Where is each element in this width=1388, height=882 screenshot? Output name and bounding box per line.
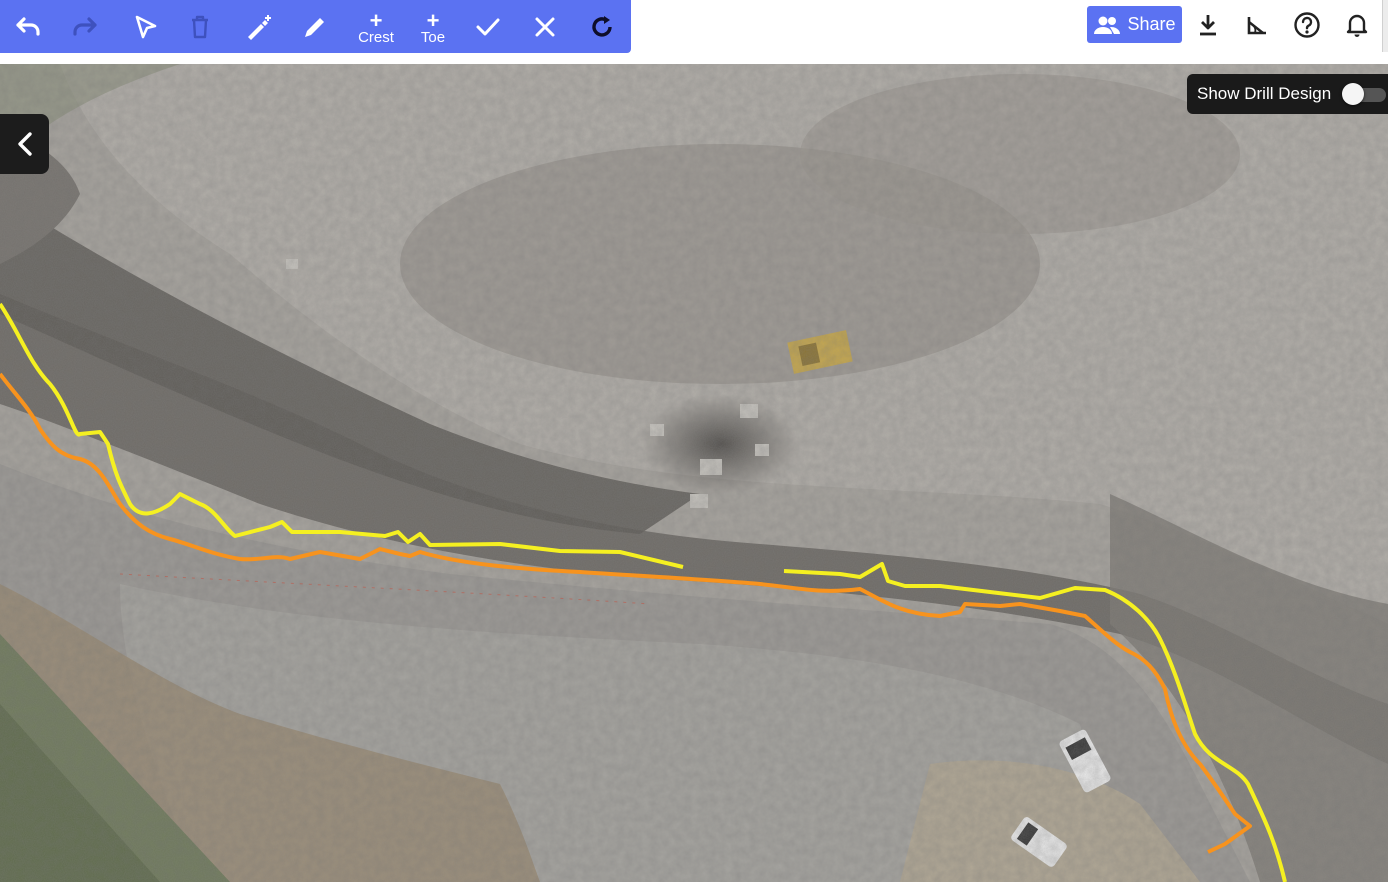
measure-button[interactable]	[1241, 9, 1273, 41]
magic-draw-icon	[248, 14, 271, 40]
switch-knob	[1342, 83, 1364, 105]
drill-design-toggle[interactable]: Show Drill Design	[1187, 74, 1388, 114]
drill-design-label: Show Drill Design	[1197, 84, 1332, 103]
measure-angle-icon	[1247, 17, 1266, 35]
pencil-button[interactable]	[291, 0, 339, 53]
bell-icon	[1346, 14, 1368, 37]
collapse-panel-button[interactable]	[0, 114, 49, 174]
magic-draw-button[interactable]	[234, 0, 282, 53]
orthophoto-image[interactable]	[0, 64, 1388, 882]
plus-icon: +	[369, 8, 383, 33]
pencil-icon	[305, 17, 324, 37]
redo-button[interactable]	[61, 0, 109, 53]
help-icon	[1294, 12, 1320, 38]
add-crest-label: Crest	[358, 29, 394, 46]
drill-design-switch[interactable]	[1342, 83, 1386, 105]
scroll-edge	[1382, 0, 1388, 52]
delete-icon	[192, 15, 208, 38]
close-icon	[535, 17, 555, 36]
chevron-left-icon	[17, 132, 32, 156]
download-button[interactable]	[1192, 9, 1224, 41]
top-bar: + Crest + Toe Share	[0, 0, 1388, 64]
rotate-icon	[592, 15, 612, 37]
share-label: Share	[1127, 14, 1176, 34]
redo-icon	[73, 16, 97, 36]
select-button[interactable]	[122, 0, 170, 53]
select-pointer-icon	[135, 15, 157, 38]
plus-icon: +	[426, 8, 440, 33]
notifications-button[interactable]	[1341, 9, 1373, 41]
add-toe-button[interactable]: + Toe	[409, 0, 457, 53]
share-button[interactable]: Share	[1087, 6, 1182, 43]
add-toe-label: Toe	[420, 29, 446, 46]
download-icon	[1200, 15, 1216, 36]
people-icon	[1094, 16, 1121, 34]
cancel-button[interactable]	[521, 0, 569, 53]
check-icon	[476, 18, 500, 35]
rotate-button[interactable]	[578, 0, 626, 53]
add-crest-button[interactable]: + Crest	[352, 0, 400, 53]
orthophoto-map[interactable]: Show Drill Design	[0, 64, 1388, 882]
undo-button[interactable]	[4, 0, 52, 53]
delete-button[interactable]	[176, 0, 224, 53]
undo-icon	[16, 16, 40, 36]
help-button[interactable]	[1291, 9, 1323, 41]
edit-toolbar: + Crest + Toe	[0, 0, 631, 53]
confirm-button[interactable]	[464, 0, 512, 53]
